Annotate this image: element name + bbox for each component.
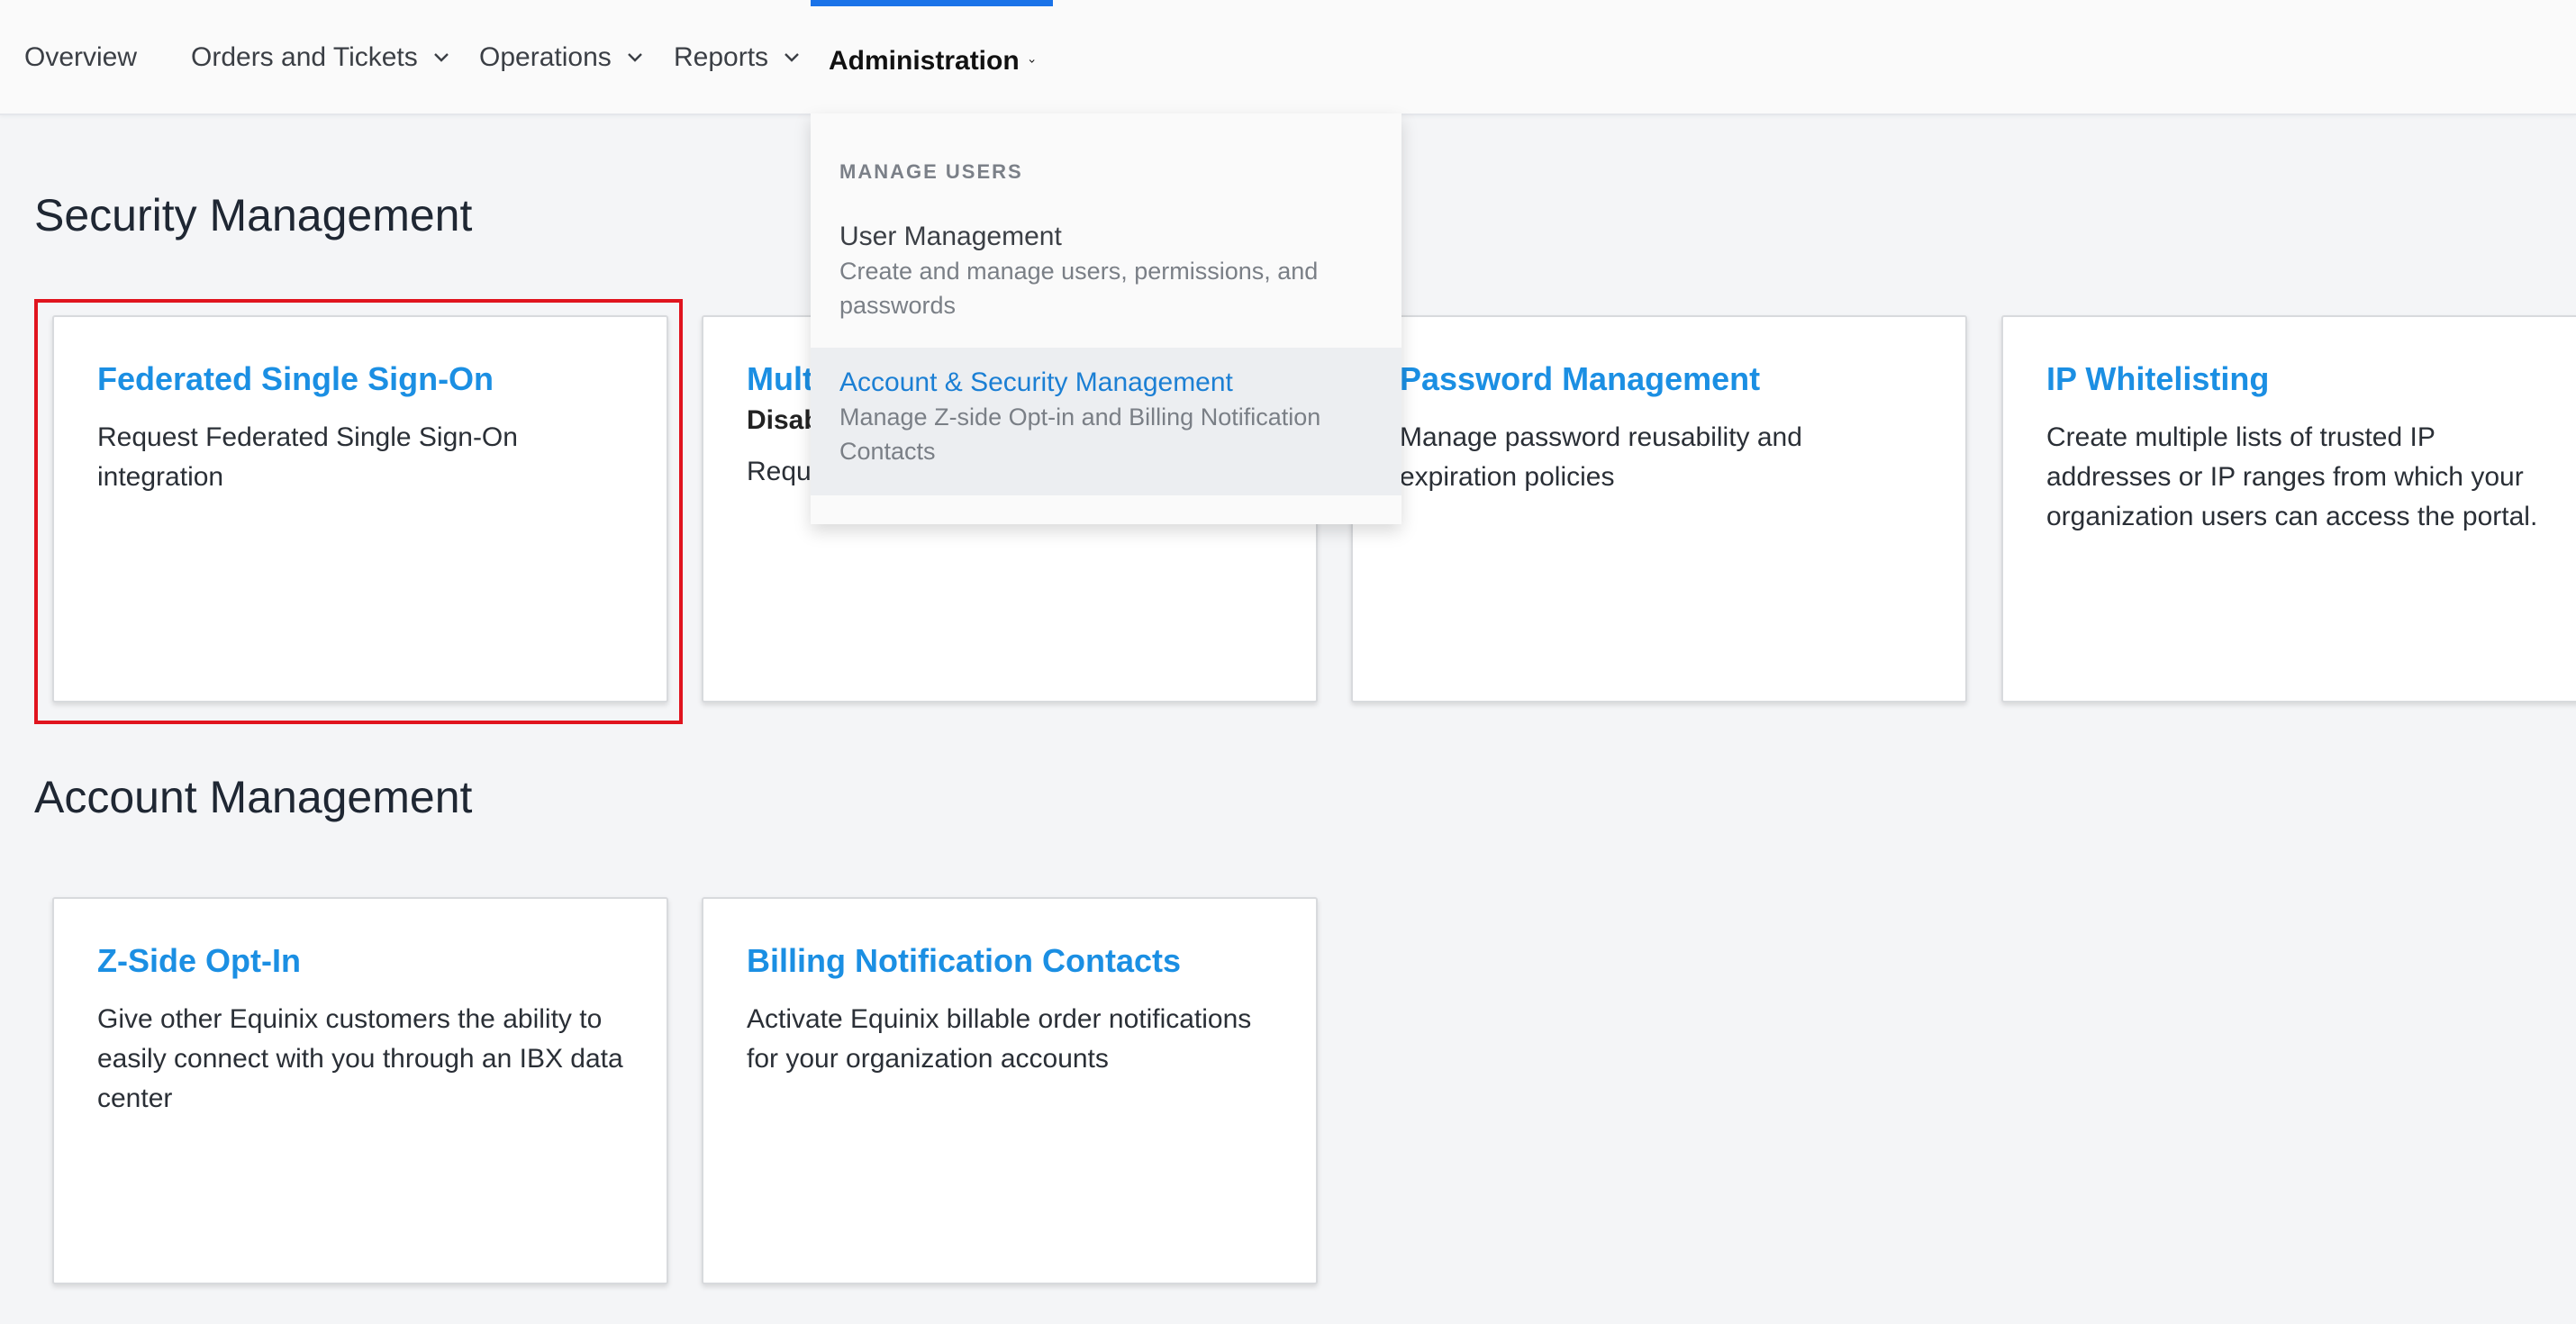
card-title[interactable]: IP Whitelisting	[2046, 360, 2551, 398]
top-navigation: Overview Orders and Tickets Operations R…	[0, 0, 2576, 115]
chevron-down-icon	[1029, 59, 1035, 63]
dropdown-section-header: MANAGE USERS	[839, 160, 1023, 183]
account-management-heading: Account Management	[34, 772, 473, 822]
card-description: Manage password reusability and expirati…	[1400, 422, 1802, 492]
nav-reports-label: Reports	[674, 42, 769, 72]
menu-item-account-security-management[interactable]: Account & Security Management Manage Z-s…	[811, 348, 1401, 495]
card-password-management[interactable]: Password Management Manage password reus…	[1351, 315, 1967, 703]
card-description: Request Federated Single Sign-On integra…	[97, 422, 518, 492]
nav-operations[interactable]: Operations	[479, 0, 644, 115]
menu-item-title: User Management	[839, 222, 1062, 251]
chevron-down-icon	[433, 53, 449, 62]
card-z-side-opt-in[interactable]: Z-Side Opt-In Give other Equinix custome…	[52, 897, 668, 1284]
nav-administration[interactable]: Administration	[811, 0, 1053, 115]
menu-item-user-management[interactable]: User Management Create and manage users,…	[811, 222, 1401, 366]
nav-operations-label: Operations	[479, 42, 612, 72]
card-description: Give other Equinix customers the ability…	[97, 1004, 623, 1113]
card-title[interactable]: Password Management	[1400, 360, 1922, 398]
security-management-heading: Security Management	[34, 190, 473, 240]
card-title[interactable]: Z-Side Opt-In	[97, 942, 623, 980]
card-description: Activate Equinix billable order notifica…	[747, 1004, 1252, 1074]
card-federated-sso[interactable]: Federated Single Sign-On Request Federat…	[52, 315, 668, 703]
nav-overview-label: Overview	[24, 42, 138, 72]
nav-orders-and-tickets[interactable]: Orders and Tickets	[191, 0, 450, 115]
nav-overview[interactable]: Overview	[24, 0, 137, 115]
card-ip-whitelisting[interactable]: IP Whitelisting Create multiple lists of…	[2001, 315, 2576, 703]
menu-item-title: Account & Security Management	[839, 367, 1233, 397]
nav-administration-label: Administration	[829, 45, 1020, 76]
menu-item-description: Manage Z-side Opt-in and Billing Notific…	[839, 404, 1321, 465]
menu-item-description: Create and manage users, permissions, an…	[839, 258, 1319, 319]
administration-dropdown-menu: MANAGE USERS User Management Create and …	[811, 113, 1401, 524]
card-description: Create multiple lists of trusted IP addr…	[2046, 422, 2538, 531]
nav-orders-label: Orders and Tickets	[191, 42, 418, 72]
chevron-down-icon	[627, 53, 642, 62]
nav-reports[interactable]: Reports	[674, 0, 801, 115]
card-title[interactable]: Federated Single Sign-On	[97, 360, 623, 398]
chevron-down-icon	[785, 53, 799, 62]
card-title[interactable]: Billing Notification Contacts	[747, 942, 1273, 980]
card-billing-notification-contacts[interactable]: Billing Notification Contacts Activate E…	[702, 897, 1318, 1284]
